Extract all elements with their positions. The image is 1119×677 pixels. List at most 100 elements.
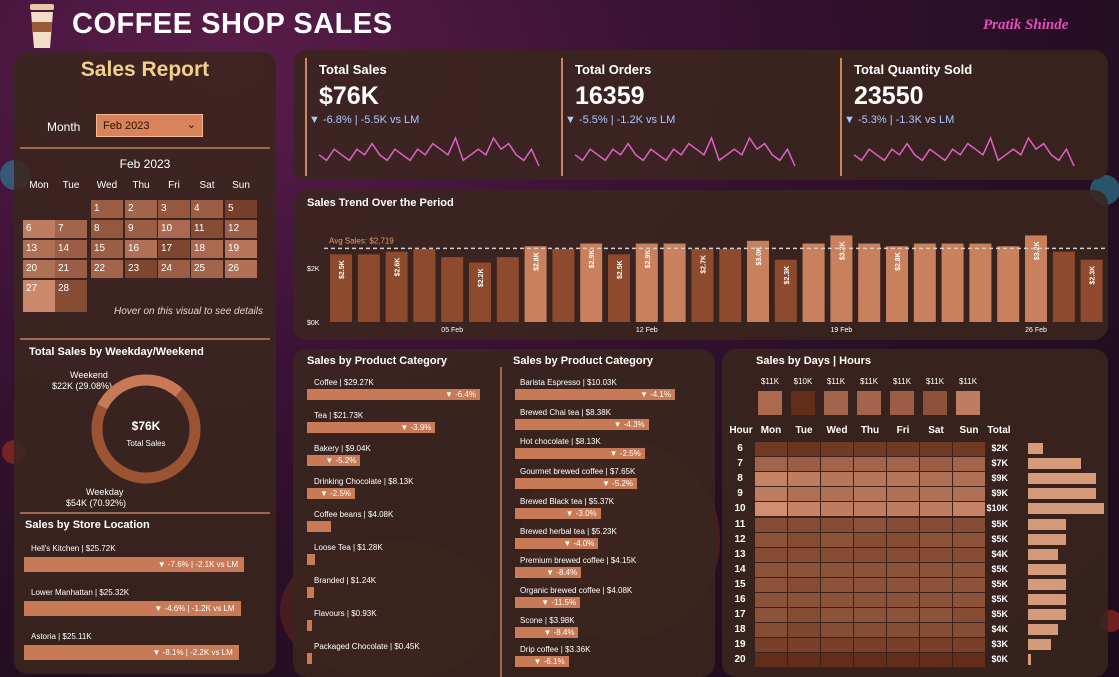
calendar-day[interactable]: 18 xyxy=(191,240,223,258)
heatmap-cell[interactable] xyxy=(920,638,952,653)
heatmap-cell[interactable] xyxy=(887,472,919,487)
heatmap-cell[interactable] xyxy=(788,457,820,472)
trend-bar[interactable] xyxy=(441,257,464,322)
heatmap-cell[interactable] xyxy=(854,457,886,472)
heatmap-cell[interactable] xyxy=(755,442,787,456)
trend-bar[interactable] xyxy=(413,248,436,322)
heatmap-cell[interactable] xyxy=(821,502,853,517)
category-bar[interactable] xyxy=(307,554,315,565)
day-total-square[interactable] xyxy=(824,391,848,415)
hour-total-bar[interactable] xyxy=(1028,639,1051,651)
day-total-square[interactable] xyxy=(890,391,914,415)
category-bar[interactable] xyxy=(307,620,313,631)
kpi-sparkline[interactable] xyxy=(317,132,545,172)
calendar-day[interactable]: 15 xyxy=(91,240,123,258)
heatmap-cell[interactable] xyxy=(887,562,919,577)
heatmap-cell[interactable] xyxy=(854,623,886,638)
heatmap-cell[interactable] xyxy=(920,472,952,487)
trend-bar[interactable] xyxy=(663,243,686,322)
heatmap-cell[interactable] xyxy=(887,593,919,607)
hour-total-bar[interactable] xyxy=(1028,578,1066,590)
day-total-square[interactable] xyxy=(791,391,815,415)
trend-bar[interactable] xyxy=(496,257,519,322)
trend-bar[interactable] xyxy=(969,243,992,322)
heatmap-cell[interactable] xyxy=(887,502,919,517)
heatmap-cell[interactable] xyxy=(788,547,820,562)
heatmap-cell[interactable] xyxy=(821,562,853,577)
heatmap-cell[interactable] xyxy=(854,442,886,456)
calendar-day[interactable]: 3 xyxy=(158,200,190,218)
trend-bar[interactable] xyxy=(719,248,742,322)
kpi-sparkline[interactable] xyxy=(852,132,1080,172)
heatmap-cell[interactable] xyxy=(821,472,853,487)
heatmap-cell[interactable] xyxy=(854,562,886,577)
heatmap-cell[interactable] xyxy=(887,547,919,562)
category-bar[interactable] xyxy=(307,587,315,598)
hour-total-bar[interactable] xyxy=(1028,594,1066,605)
calendar-day[interactable]: 22 xyxy=(91,260,123,278)
heatmap-cell[interactable] xyxy=(755,653,787,668)
hour-total-bar[interactable] xyxy=(1028,488,1097,500)
heatmap-cell[interactable] xyxy=(887,532,919,547)
hour-total-bar[interactable] xyxy=(1028,654,1032,666)
day-total-square[interactable] xyxy=(923,391,947,415)
heatmap-cell[interactable] xyxy=(854,577,886,592)
heatmap-cell[interactable] xyxy=(854,547,886,562)
kpi-sparkline[interactable] xyxy=(573,132,801,172)
heatmap-cell[interactable] xyxy=(854,487,886,502)
heatmap-cell[interactable] xyxy=(920,502,952,517)
hour-total-bar[interactable] xyxy=(1028,563,1066,575)
heatmap-cell[interactable] xyxy=(821,532,853,547)
hour-total-bar[interactable] xyxy=(1028,624,1059,636)
heatmap-cell[interactable] xyxy=(887,623,919,638)
heatmap-cell[interactable] xyxy=(920,442,952,456)
heatmap-cell[interactable] xyxy=(920,577,952,592)
heatmap-cell[interactable] xyxy=(755,487,787,502)
calendar-day[interactable]: 13 xyxy=(23,240,55,258)
trend-bar[interactable] xyxy=(913,243,936,322)
heatmap-cell[interactable] xyxy=(920,653,952,668)
sales-trend-chart[interactable]: $2K $0K $2.5K $2.6K $2.2K $2.8K $2.9K $2.5K $2.9… xyxy=(293,190,1108,340)
heatmap-cell[interactable] xyxy=(821,608,853,623)
heatmap-cell[interactable] xyxy=(755,532,787,547)
heatmap-cell[interactable] xyxy=(788,562,820,577)
heatmap-cell[interactable] xyxy=(788,442,820,456)
heatmap-cell[interactable] xyxy=(887,653,919,668)
day-total-square[interactable] xyxy=(956,391,980,415)
heatmap-cell[interactable] xyxy=(755,623,787,638)
calendar-day[interactable]: 5 xyxy=(225,200,257,218)
heatmap-cell[interactable] xyxy=(821,487,853,502)
category-bar[interactable] xyxy=(307,653,312,664)
calendar-day[interactable]: 20 xyxy=(23,260,55,278)
heatmap-cell[interactable] xyxy=(788,608,820,623)
calendar-day[interactable]: 11 xyxy=(191,220,223,238)
heatmap-cell[interactable] xyxy=(854,638,886,653)
heatmap-cell[interactable] xyxy=(821,517,853,532)
day-total-square[interactable] xyxy=(758,391,782,415)
heatmap-cell[interactable] xyxy=(788,502,820,517)
heatmap-cell[interactable] xyxy=(755,577,787,592)
heatmap-cell[interactable] xyxy=(887,608,919,623)
hour-total-bar[interactable] xyxy=(1028,609,1066,621)
heatmap-cell[interactable] xyxy=(920,517,952,532)
heatmap-cell[interactable] xyxy=(755,562,787,577)
trend-bar[interactable] xyxy=(858,243,881,322)
calendar-day[interactable]: 23 xyxy=(125,260,157,278)
heatmap-cell[interactable] xyxy=(887,638,919,653)
heatmap-cell[interactable] xyxy=(887,457,919,472)
heatmap-cell[interactable] xyxy=(821,547,853,562)
donut-weekend-segment[interactable] xyxy=(97,374,183,410)
category-bar[interactable] xyxy=(307,521,332,532)
trend-bar[interactable] xyxy=(802,243,825,322)
hour-total-bar[interactable] xyxy=(1028,548,1059,560)
calendar-day[interactable]: 12 xyxy=(225,220,257,238)
heatmap-cell[interactable] xyxy=(821,623,853,638)
day-total-square[interactable] xyxy=(857,391,881,415)
calendar-day[interactable]: 10 xyxy=(158,220,190,238)
heatmap-cell[interactable] xyxy=(854,608,886,623)
calendar-day[interactable]: 26 xyxy=(225,260,257,278)
heatmap-cell[interactable] xyxy=(821,593,853,607)
heatmap-cell[interactable] xyxy=(755,502,787,517)
trend-bar[interactable] xyxy=(552,248,575,322)
heatmap-cell[interactable] xyxy=(821,577,853,592)
